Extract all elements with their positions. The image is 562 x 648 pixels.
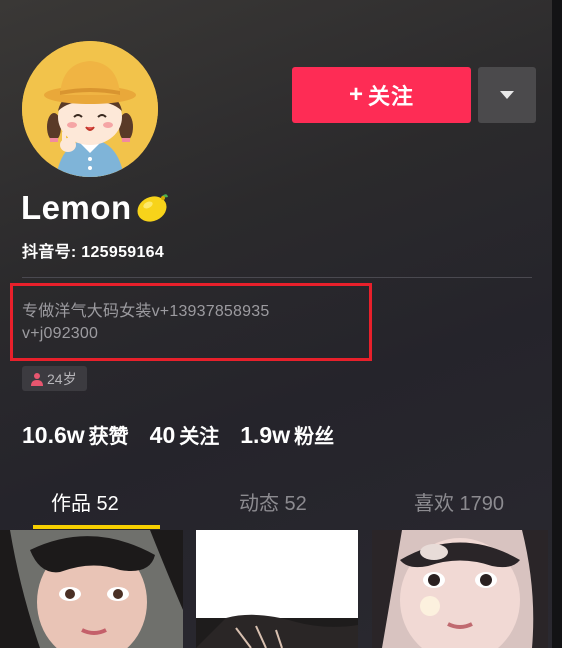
cartoon-girl-avatar-icon (22, 41, 158, 177)
video-thumbnail[interactable] (196, 530, 358, 648)
age-text: 24岁 (47, 370, 77, 387)
follow-label: 关注 (368, 84, 415, 109)
content-tabs: 作品 52 动态 52 喜欢 1790 (0, 475, 552, 530)
lemon-icon (134, 190, 170, 229)
stat-likes-label: 获赞 (88, 426, 129, 448)
video-thumbnail[interactable] (0, 530, 183, 648)
tab-works[interactable]: 作品 52 (51, 487, 119, 516)
tab-dynamics[interactable]: 动态 52 (239, 487, 307, 516)
profile-name-row: Lemon (21, 186, 170, 229)
stat-following-value: 40 (149, 422, 176, 448)
active-tab-indicator (33, 525, 160, 529)
screen-edge (552, 0, 562, 648)
stat-likes-value: 10.6w (22, 422, 85, 448)
stat-following[interactable]: 40 关注 (150, 420, 220, 449)
profile-name: Lemon (21, 188, 132, 226)
stat-followers-label: 粉丝 (294, 426, 335, 448)
triangle-down-icon (500, 91, 514, 99)
bio-highlight-box (10, 283, 372, 361)
stat-followers-value: 1.9w (240, 422, 291, 448)
more-options-button[interactable] (478, 67, 536, 123)
video-thumbnail[interactable] (372, 530, 548, 648)
stat-following-label: 关注 (179, 426, 220, 448)
stat-followers[interactable]: 1.9w 粉丝 (240, 420, 334, 449)
profile-screen: + 关注 Lemon 抖音号: 125959164 专做洋气大码女装v+1393… (0, 0, 562, 648)
stat-likes[interactable]: 10.6w 获赞 (22, 420, 129, 449)
follow-button[interactable]: + 关注 (292, 67, 471, 123)
age-badge: 24岁 (22, 366, 87, 391)
female-person-icon (30, 372, 44, 386)
divider (22, 277, 532, 278)
stats-row: 10.6w 获赞 40 关注 1.9w 粉丝 (22, 420, 355, 449)
avatar[interactable] (22, 41, 158, 177)
douyin-id: 抖音号: 125959164 (22, 244, 165, 261)
tab-likes[interactable]: 喜欢 1790 (414, 487, 504, 516)
plus-icon: + (348, 81, 364, 108)
